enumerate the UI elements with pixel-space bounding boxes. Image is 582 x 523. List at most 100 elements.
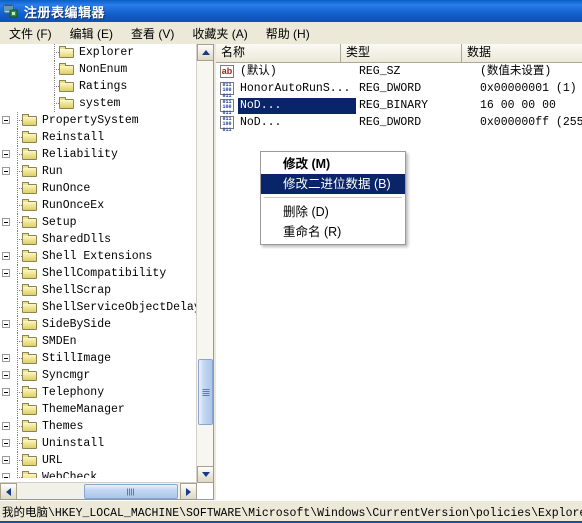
tree-item-label: Setup xyxy=(42,215,77,229)
tree-expand-icon[interactable] xyxy=(2,388,11,397)
tree-connector-icon xyxy=(13,231,23,248)
tree-expand-icon[interactable] xyxy=(2,167,11,176)
value-row[interactable]: 011 100 011 NoD... REG_BINARY 16 00 00 00 xyxy=(216,97,582,115)
folder-icon xyxy=(22,369,38,382)
value-data: 0x00000001 (1) xyxy=(480,81,577,95)
folder-icon xyxy=(22,165,38,178)
tree-item-explorer[interactable]: Explorer xyxy=(0,44,196,61)
context-rename[interactable]: 重命名 (R) xyxy=(261,222,405,242)
tree-item-stillimage[interactable]: StillImage xyxy=(0,350,196,367)
tree-item-label: ThemeManager xyxy=(42,402,125,416)
value-data: (数值未设置) xyxy=(480,64,552,78)
tree-item-shellcompatibility[interactable]: ShellCompatibility xyxy=(0,265,196,282)
tree-expand-icon[interactable] xyxy=(2,320,11,329)
menu-favorites[interactable]: 收藏夹 (A) xyxy=(183,23,256,44)
tree-horizontal-scrollbar[interactable] xyxy=(0,482,197,499)
tree-connector-icon xyxy=(13,452,23,469)
tree-item-smden[interactable]: SMDEn xyxy=(0,333,196,350)
tree-expand-icon[interactable] xyxy=(2,371,11,380)
tree-expand-icon[interactable] xyxy=(2,252,11,261)
tree-item-propertysystem[interactable]: PropertySystem xyxy=(0,112,196,129)
tree-connector-icon xyxy=(2,337,11,346)
tree-item-webcheck[interactable]: WebCheck xyxy=(0,469,196,478)
title-bar[interactable]: 注册表编辑器 xyxy=(0,0,582,22)
tree-vertical-scrollbar[interactable] xyxy=(196,44,213,483)
tree-item-thememanager[interactable]: ThemeManager xyxy=(0,401,196,418)
column-type[interactable]: 类型 xyxy=(341,44,462,62)
tree-expand-icon[interactable] xyxy=(2,269,11,278)
tree-item-label: SharedDlls xyxy=(42,232,112,246)
tree-item-shell-extensions[interactable]: Shell Extensions xyxy=(0,248,196,265)
value-row[interactable]: ab (默认) REG_SZ (数值未设置) xyxy=(216,63,582,80)
tree-expand-icon[interactable] xyxy=(2,150,11,159)
value-context-menu[interactable]: 修改 (M) 修改二进位数据 (B) 删除 (D) 重命名 (R) xyxy=(260,151,406,245)
tree-connector-icon xyxy=(2,133,11,142)
tree-scroll-up-button[interactable] xyxy=(197,44,213,61)
tree-connector-icon xyxy=(13,350,23,367)
tree-item-system[interactable]: system xyxy=(0,95,196,112)
tree-item-uninstall[interactable]: Uninstall xyxy=(0,435,196,452)
context-modify[interactable]: 修改 (M) xyxy=(261,154,405,174)
tree-expand-icon[interactable] xyxy=(2,439,11,448)
tree-item-shellserviceobjectdelayload[interactable]: ShellServiceObjectDelayLoad xyxy=(0,299,196,316)
binary-value-icon: 011 100 011 xyxy=(219,81,235,98)
tree-expand-icon[interactable] xyxy=(2,218,11,227)
tree-expand-icon[interactable] xyxy=(2,473,11,478)
values-list[interactable]: ab (默认) REG_SZ (数值未设置) 011 100 011 HonorAutoRun… xyxy=(216,63,582,500)
folder-icon xyxy=(59,97,75,110)
tree-scroll-right-button[interactable] xyxy=(180,483,197,499)
tree-item-label: Shell Extensions xyxy=(42,249,153,263)
menu-bar: 文件 (F) 编辑 (E) 查看 (V) 收藏夹 (A) 帮助 (H) xyxy=(0,22,582,45)
tree-item-sidebyside[interactable]: SideBySide xyxy=(0,316,196,333)
tree-item-shareddlls[interactable]: SharedDlls xyxy=(0,231,196,248)
tree-item-label: Explorer xyxy=(79,45,135,59)
tree-expand-icon[interactable] xyxy=(2,456,11,465)
tree-item-themes[interactable]: Themes xyxy=(0,418,196,435)
context-modify-binary[interactable]: 修改二进位数据 (B) xyxy=(261,174,405,194)
values-column-header: 名称 类型 数据 xyxy=(216,44,582,63)
tree-item-url[interactable]: URL xyxy=(0,452,196,469)
context-delete[interactable]: 删除 (D) xyxy=(261,202,405,222)
tree-item-label: PropertySystem xyxy=(42,113,139,127)
column-data[interactable]: 数据 xyxy=(462,44,582,62)
tree-item-shellscrap[interactable]: ShellScrap xyxy=(0,282,196,299)
registry-tree[interactable]: Explorer NonEnum Ratings system PropertySyst… xyxy=(0,44,196,478)
tree-expand-icon[interactable] xyxy=(2,354,11,363)
tree-connector-icon xyxy=(13,384,23,401)
tree-item-syncmgr[interactable]: Syncmgr xyxy=(0,367,196,384)
folder-icon xyxy=(22,386,38,399)
tree-connector-icon xyxy=(50,44,60,61)
tree-scroll-down-button[interactable] xyxy=(197,466,213,483)
chevron-down-icon xyxy=(201,472,210,477)
tree-expand-icon[interactable] xyxy=(2,116,11,125)
tree-item-runonce[interactable]: RunOnce xyxy=(0,180,196,197)
tree-scroll-track[interactable] xyxy=(197,61,213,466)
tree-connector-icon xyxy=(13,214,23,231)
menu-edit[interactable]: 编辑 (E) xyxy=(61,23,122,44)
column-name[interactable]: 名称 xyxy=(216,44,341,62)
menu-view[interactable]: 查看 (V) xyxy=(122,23,183,44)
value-data: 0x000000ff (255) xyxy=(480,115,582,129)
tree-item-telephony[interactable]: Telephony xyxy=(0,384,196,401)
menu-help[interactable]: 帮助 (H) xyxy=(257,23,319,44)
tree-item-nonenum[interactable]: NonEnum xyxy=(0,61,196,78)
value-row[interactable]: 011 100 011 NoD... REG_DWORD 0x000000ff (255) xyxy=(216,114,582,132)
tree-item-ratings[interactable]: Ratings xyxy=(0,78,196,95)
tree-item-setup[interactable]: Setup xyxy=(0,214,196,231)
value-row[interactable]: 011 100 011 HonorAutoRunS... REG_DWORD 0x0000… xyxy=(216,80,582,98)
tree-item-label: ShellServiceObjectDelayLoad xyxy=(42,300,196,314)
menu-file[interactable]: 文件 (F) xyxy=(0,23,61,44)
folder-icon xyxy=(22,454,38,467)
tree-hscroll-thumb[interactable] xyxy=(84,484,178,499)
tree-item-label: Run xyxy=(42,164,63,178)
tree-item-runonceex[interactable]: RunOnceEx xyxy=(0,197,196,214)
tree-item-reinstall[interactable]: Reinstall xyxy=(0,129,196,146)
tree-item-reliability[interactable]: Reliability xyxy=(0,146,196,163)
tree-item-run[interactable]: Run xyxy=(0,163,196,180)
registry-editor-window: 注册表编辑器 文件 (F) 编辑 (E) 查看 (V) 收藏夹 (A) 帮助 (… xyxy=(0,0,582,523)
registry-tree-pane[interactable]: Explorer NonEnum Ratings system PropertySyst… xyxy=(0,44,214,500)
tree-scroll-thumb[interactable] xyxy=(198,359,213,425)
tree-scroll-left-button[interactable] xyxy=(0,483,17,499)
tree-expand-icon[interactable] xyxy=(2,422,11,431)
registry-values-pane[interactable]: 名称 类型 数据 ab (默认) REG_SZ (数值未设置) 011 100 011 Hon… xyxy=(216,44,582,500)
